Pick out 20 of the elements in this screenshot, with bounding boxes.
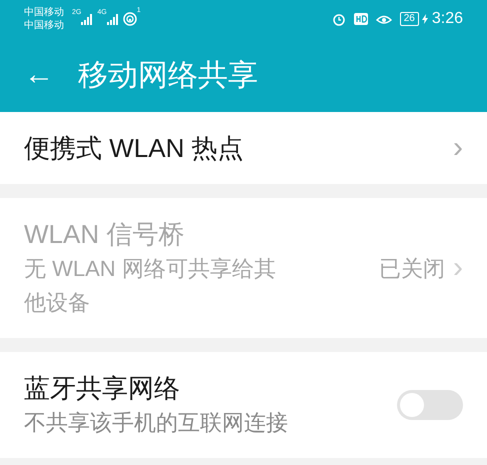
setting-title: 蓝牙共享网络 (24, 372, 181, 405)
page-title: 移动网络共享 (78, 58, 258, 94)
setting-title: 便携式 WLAN 热点 (24, 132, 245, 165)
signal-icon (81, 14, 94, 24)
back-button[interactable]: ← (24, 60, 54, 90)
setting-value: 已关闭 (379, 254, 445, 282)
setting-title: WLAN 信号桥 (24, 218, 186, 251)
setting-description: 无 WLAN 网络可共享给其他设备 (24, 255, 277, 317)
chevron-icon[interactable]: › (453, 133, 463, 163)
carrier-name: 中国移动 (24, 6, 64, 19)
hotspot-icon (122, 12, 137, 26)
battery-indicator: 26 (400, 12, 419, 26)
setting-description: 不共享该手机的互联网连接 (24, 409, 289, 437)
alarm-icon (332, 12, 346, 26)
signal-icon (106, 14, 119, 24)
eye-icon (376, 13, 392, 25)
hd-icon (354, 13, 368, 25)
toggle-switch[interactable] (397, 390, 463, 420)
clock: 3:26 (432, 9, 463, 29)
carrier-name: 中国移动 (24, 19, 64, 32)
